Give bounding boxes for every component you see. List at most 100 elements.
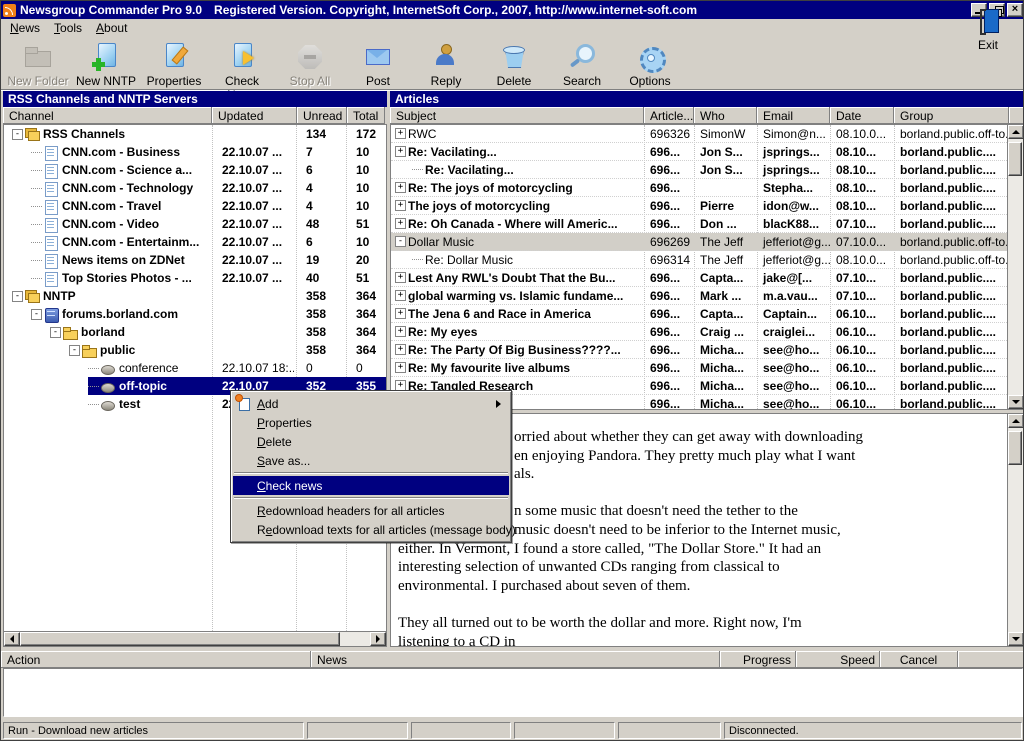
menu-item-redownload-texts[interactable]: Redownload texts for all articles (messa… [233,520,509,539]
column-header-total[interactable]: Total [347,107,385,124]
column-header-email[interactable]: Email [757,107,830,124]
tree-row[interactable]: CNN.com - Travel 22.10.07 ... 4 10 [4,197,386,215]
article-row[interactable]: + Re: Oh Canada - Where will Americ... 6… [391,215,1007,233]
article-row[interactable]: + Re: Vacilating... 696... Jon S... jspr… [391,143,1007,161]
expand-toggle[interactable]: - [12,129,23,140]
tree-row[interactable]: - public 358 364 [4,341,386,359]
column-header-action[interactable]: Action [1,651,311,668]
tree-row[interactable]: - borland 358 364 [4,323,386,341]
column-header-subject[interactable]: Subject [390,107,644,124]
menu-about[interactable]: About [89,20,134,36]
who-cell: Capta... [694,305,757,323]
article-number-cell: 696... [644,197,694,215]
menu-item-save-as[interactable]: Save as... [233,451,509,470]
tree-row[interactable]: CNN.com - Business 22.10.07 ... 7 10 [4,143,386,161]
menu-item-properties[interactable]: Properties [233,413,509,432]
message-scrollbar[interactable] [1007,414,1023,646]
column-header-news[interactable]: News [311,651,720,668]
thread-toggle[interactable]: + [395,272,406,283]
menu-item-delete[interactable]: Delete [233,432,509,451]
email-cell: m.a.vau... [757,287,830,305]
tree-row[interactable]: - RSS Channels 134 172 [4,125,386,143]
toolbar-button[interactable]: Stop All [277,40,343,89]
expand-toggle[interactable]: - [31,309,42,320]
scroll-down-button[interactable] [1008,395,1024,409]
column-header-updated[interactable]: Updated [212,107,297,124]
thread-toggle[interactable]: + [395,362,406,373]
tree-row[interactable]: News items on ZDNet 22.10.07 ... 19 20 [4,251,386,269]
thread-toggle[interactable]: + [395,326,406,337]
title-bar[interactable]: Newsgroup Commander Pro 9.0Registered Ve… [1,1,1024,19]
toolbar-button[interactable]: New Folder [5,40,71,89]
thread-toggle[interactable]: + [395,218,406,229]
scroll-left-button[interactable] [4,632,20,646]
scroll-up-button[interactable] [1008,414,1024,428]
column-header-article[interactable]: Article... [644,107,694,124]
column-header-group[interactable]: Group [894,107,1009,124]
tree-row[interactable]: CNN.com - Video 22.10.07 ... 48 51 [4,215,386,233]
expand-toggle[interactable]: - [12,291,23,302]
tree-row[interactable]: CNN.com - Entertainm... 22.10.07 ... 6 1… [4,233,386,251]
total-cell: 10 [348,179,386,197]
thread-toggle[interactable]: + [395,344,406,355]
column-header-progress[interactable]: Progress [720,651,796,668]
tree-row[interactable]: CNN.com - Technology 22.10.07 ... 4 10 [4,179,386,197]
tree-row[interactable]: CNN.com - Science a... 22.10.07 ... 6 10 [4,161,386,179]
thread-toggle[interactable]: + [395,308,406,319]
toolbar-button[interactable]: Check News [209,40,275,89]
article-row[interactable]: + Re: The joys of motorcycling 696... St… [391,179,1007,197]
toolbar-button[interactable]: New NNTP [73,40,139,89]
tree-row[interactable]: Top Stories Photos - ... 22.10.07 ... 40… [4,269,386,287]
thread-toggle[interactable]: + [395,146,406,157]
article-row[interactable]: + Re: My favourite live albums 696... Mi… [391,359,1007,377]
article-row[interactable]: + Re: My eyes 696... Craig ... craiglei.… [391,323,1007,341]
thread-toggle[interactable]: - [395,236,406,247]
toolbar-button[interactable]: Post [345,40,411,89]
toolbar-button[interactable]: Reply [413,40,479,89]
article-row[interactable]: + Lest Any RWL's Doubt That the Bu... 69… [391,269,1007,287]
tree-row[interactable]: - forums.borland.com 358 364 [4,305,386,323]
column-header-speed[interactable]: Speed [796,651,880,668]
expand-toggle[interactable]: - [69,345,80,356]
scrollbar-thumb[interactable] [1008,142,1022,176]
scrollbar-thumb[interactable] [20,632,340,646]
column-header-unread[interactable]: Unread [297,107,347,124]
toolbar-button[interactable]: Options [617,40,683,89]
article-row[interactable]: Re: Vacilating... 696... Jon S... jsprin… [391,161,1007,179]
article-row[interactable]: + The joys of motorcycling 696... Pierre… [391,197,1007,215]
toolbar-button[interactable]: Search [549,40,615,89]
group-cell: borland.public.... [894,323,1007,341]
tree-row[interactable]: - NNTP 358 364 [4,287,386,305]
article-row[interactable]: + The Jena 6 and Race in America 696... … [391,305,1007,323]
menu-item-add[interactable]: Add [233,394,509,413]
article-row[interactable]: - Dollar Music 696269 The Jeff jefferiot… [391,233,1007,251]
scroll-up-button[interactable] [1008,125,1024,139]
thread-toggle[interactable]: + [395,182,406,193]
column-header-date[interactable]: Date [830,107,894,124]
column-header-cancel[interactable]: Cancel [880,651,958,668]
scroll-right-button[interactable] [370,632,386,646]
scrollbar-thumb[interactable] [1008,431,1022,465]
column-header-channel[interactable]: Channel [3,107,212,124]
article-row[interactable]: + Re: The Party Of Big Business????... 6… [391,341,1007,359]
thread-toggle[interactable]: + [395,200,406,211]
menu-tools[interactable]: Tools [47,20,89,36]
article-row[interactable]: + RWC 696326 SimonW Simon@n... 08.10.0..… [391,125,1007,143]
expand-toggle[interactable]: - [50,327,61,338]
tree-row[interactable]: conference 22.10.07 18:... 0 0 [4,359,386,377]
menu-news[interactable]: News [3,20,47,36]
menu-item-check-news[interactable]: Check news [233,476,509,495]
exit-button[interactable]: Exit [963,4,1013,52]
column-header-who[interactable]: Who [694,107,757,124]
thread-toggle[interactable]: + [395,290,406,301]
menu-item-redownload-headers[interactable]: Redownload headers for all articles [233,501,509,520]
horizontal-scrollbar[interactable] [3,631,387,647]
article-row[interactable]: Re: Dollar Music 696314 The Jeff jefferi… [391,251,1007,269]
group-cell: borland.public.... [894,197,1007,215]
thread-toggle[interactable]: + [395,128,406,139]
scroll-down-button[interactable] [1008,632,1024,646]
articles-scrollbar[interactable] [1007,125,1023,409]
toolbar-button[interactable]: Delete [481,40,547,89]
toolbar-button[interactable]: Properties [141,40,207,89]
article-row[interactable]: + global warming vs. Islamic fundame... … [391,287,1007,305]
